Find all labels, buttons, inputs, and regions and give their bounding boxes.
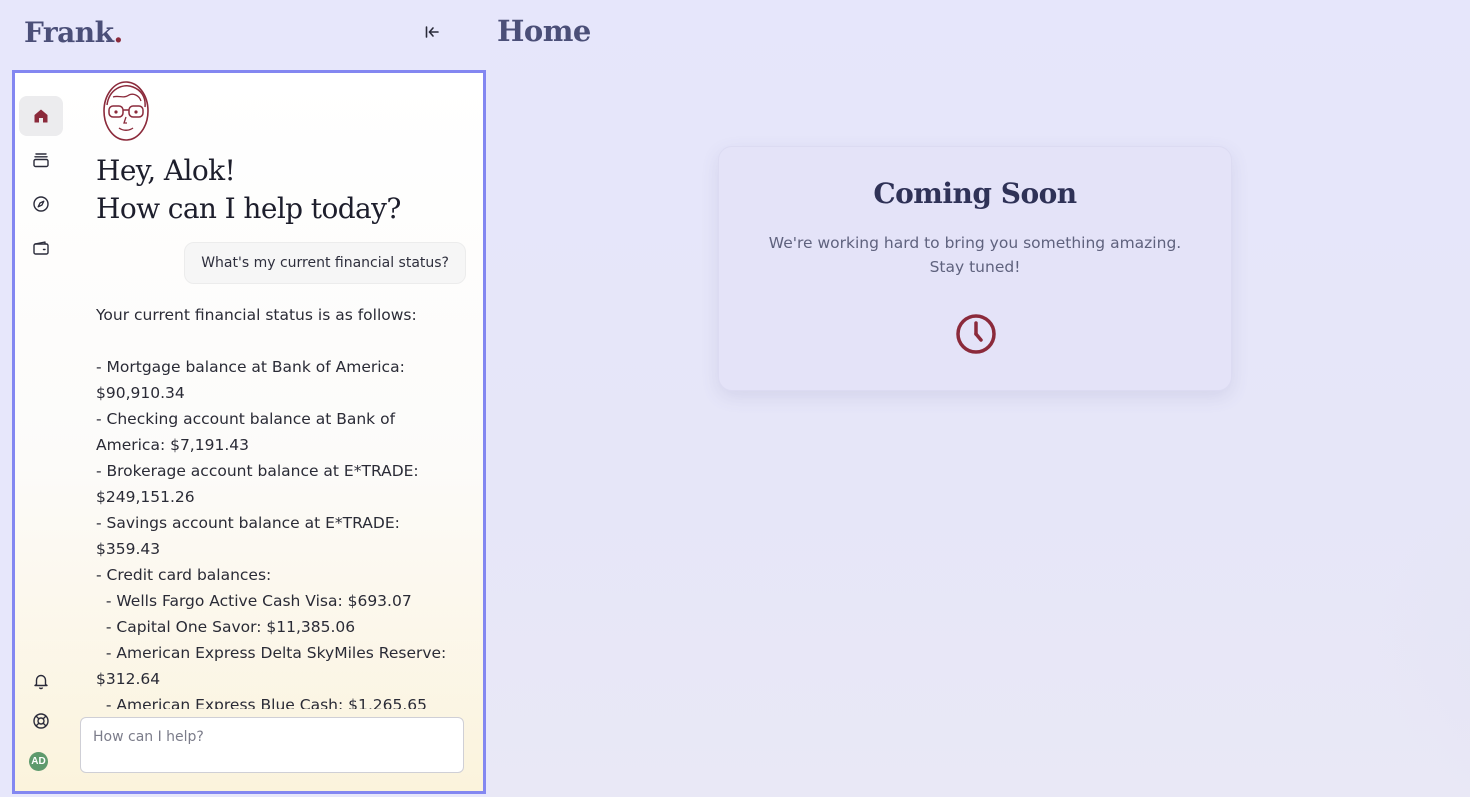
lifebuoy-icon (33, 713, 49, 729)
logo-dot: . (113, 16, 124, 49)
coming-soon-title: Coming Soon (873, 177, 1077, 210)
greeting-line-2: How can I help today? (96, 192, 401, 225)
app-logo[interactable]: Frank. (24, 16, 123, 49)
bell-icon (34, 674, 48, 690)
background (490, 0, 1470, 797)
compass-icon (33, 196, 49, 212)
nav-item-notifications[interactable] (19, 661, 63, 701)
greeting-line-1: Hey, Alok! (96, 154, 236, 187)
clock-icon (956, 314, 996, 354)
collapse-left-icon (425, 26, 439, 38)
chat-composer[interactable] (80, 717, 464, 773)
logo-text: Frank (24, 16, 114, 49)
nav-item-wallet[interactable] (19, 228, 63, 268)
layers-icon (33, 153, 49, 168)
coming-soon-text: We're working hard to bring you somethin… (768, 234, 1182, 276)
home-icon (34, 109, 48, 123)
nav-item-stack[interactable] (19, 140, 63, 180)
frank-mascot-icon (103, 81, 149, 141)
nav-item-explore[interactable] (19, 184, 63, 224)
chat-input[interactable] (93, 729, 451, 745)
chat-thread[interactable]: Hey, Alok! How can I help today? What's … (96, 73, 471, 709)
user-avatar[interactable]: AD (29, 752, 48, 771)
greeting: Hey, Alok! How can I help today? (96, 152, 466, 228)
collapse-sidebar-button[interactable] (420, 20, 444, 44)
nav-rail: AD (15, 73, 71, 791)
page-title: Home (497, 14, 591, 48)
assistant-panel: AD Hey, Alok! How can I help today? What… (12, 70, 486, 794)
user-message-bubble: What's my current financial status? (184, 242, 466, 284)
nav-item-help[interactable] (19, 701, 63, 741)
assistant-reply: Your current financial status is as foll… (96, 306, 447, 709)
wallet-icon (33, 241, 49, 255)
nav-item-home[interactable] (19, 96, 63, 136)
coming-soon-card: Coming Soon We're working hard to bring … (718, 146, 1232, 391)
